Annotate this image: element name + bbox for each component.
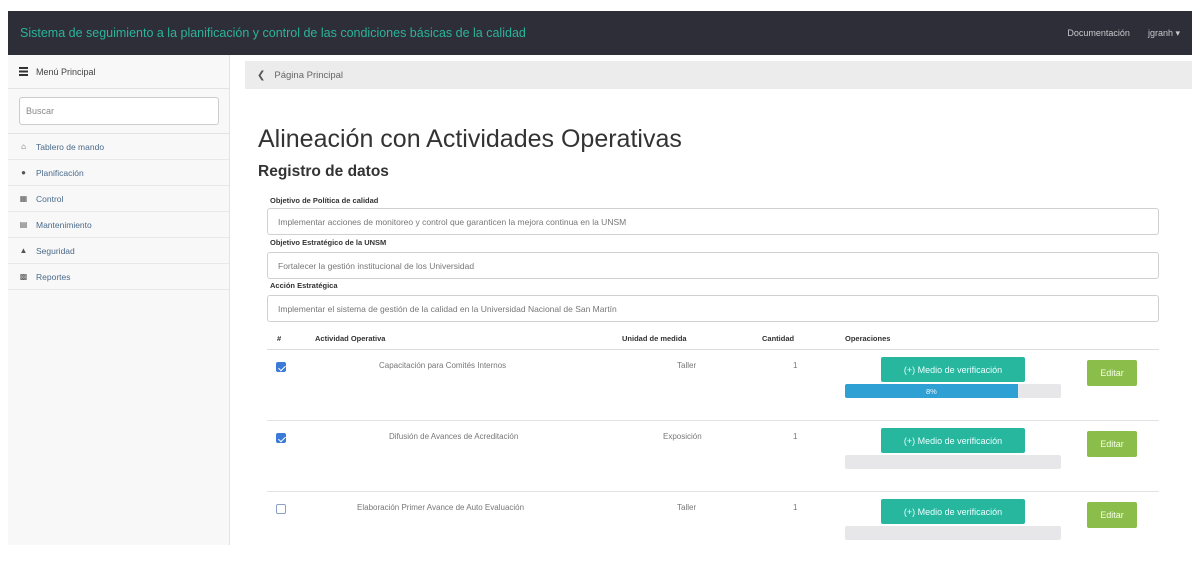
col-header-number: # [277, 334, 282, 343]
progress-bar [845, 455, 1061, 469]
unit-cell: Taller [677, 361, 697, 370]
table-row: Difusión de Avances de Acreditación Expo… [267, 422, 1159, 492]
edit-button[interactable]: Editar [1087, 360, 1137, 386]
grid-icon: ▦ [19, 194, 28, 203]
unit-cell: Taller [677, 503, 697, 512]
unit-cell: Exposición [663, 432, 702, 441]
row-checkbox[interactable] [276, 362, 286, 372]
sidebar-menu: ⌂ Tablero de mando ● Planificación ▦ Con… [8, 133, 229, 290]
user-menu-dropdown[interactable]: jgranh ▾ [1148, 28, 1180, 39]
activity-cell: Elaboración Primer Avance de Auto Evalua… [357, 503, 525, 512]
home-icon: ⌂ [21, 142, 26, 151]
progress-fill: 8% [845, 384, 1018, 398]
quantity-cell: 1 [793, 503, 798, 512]
sidebar-item-label: Seguridad [36, 245, 75, 256]
sidebar-item-tablero[interactable]: ⌂ Tablero de mando [8, 134, 229, 160]
circle-icon: ● [21, 168, 26, 177]
sidebar-item-label: Mantenimiento [36, 219, 92, 230]
sidebar-item-mantenimiento[interactable]: ▤ Mantenimiento [8, 212, 229, 238]
quantity-cell: 1 [793, 361, 798, 370]
row-checkbox[interactable] [276, 504, 286, 514]
col-header-operations: Operaciones [845, 334, 891, 343]
activity-cell: Difusión de Avances de Acreditación [389, 432, 519, 441]
sidebar-item-label: Tablero de mando [36, 141, 105, 152]
sidebar-header-label: Menú Principal [36, 66, 96, 77]
edit-button[interactable]: Editar [1087, 502, 1137, 528]
page-title: Alineación con Actividades Operativas [258, 125, 682, 153]
breadcrumb[interactable]: ❮ Página Principal [245, 61, 1192, 89]
quantity-cell: 1 [793, 432, 798, 441]
sidebar-search-input[interactable]: Buscar [19, 97, 219, 125]
top-navbar: Sistema de seguimiento a la planificació… [8, 11, 1192, 55]
sidebar-item-planificacion[interactable]: ● Planificación [8, 160, 229, 186]
objetivo-estrategico-field[interactable]: Fortalecer la gestión institucional de l… [267, 252, 1159, 279]
objetivo-politica-field[interactable]: Implementar acciones de monitoreo y cont… [267, 208, 1159, 235]
chart-icon: ▩ [19, 272, 28, 281]
field-label-accion-estrategica: Acción Estratégica [270, 281, 338, 290]
table-row: Capacitación para Comités Internos Talle… [267, 351, 1159, 421]
sidebar-item-label: Control [36, 193, 64, 204]
app-title[interactable]: Sistema de seguimiento a la planificació… [20, 26, 526, 40]
sidebar-item-seguridad[interactable]: ▲ Seguridad [8, 238, 229, 264]
chevron-left-icon: ❮ [257, 69, 266, 81]
field-label-objetivo-estrategico: Objetivo Estratégico de la UNSM [270, 238, 387, 247]
col-header-quantity: Cantidad [762, 334, 795, 343]
add-verification-button[interactable]: (+) Medio de verificación [881, 499, 1025, 524]
sidebar: Menú Principal Buscar ⌂ Tablero de mando… [8, 55, 230, 545]
sidebar-item-label: Reportes [36, 271, 71, 282]
sidebar-header: Menú Principal [8, 55, 229, 89]
add-verification-button[interactable]: (+) Medio de verificación [881, 428, 1025, 453]
sidebar-item-control[interactable]: ▦ Control [8, 186, 229, 212]
row-checkbox[interactable] [276, 433, 286, 443]
add-verification-button[interactable]: (+) Medio de verificación [881, 357, 1025, 382]
navbar-links: Documentación jgranh ▾ [1067, 28, 1180, 39]
activity-cell: Capacitación para Comités Internos [379, 361, 507, 370]
sidebar-item-label: Planificación [36, 167, 84, 178]
menu-icon [19, 67, 28, 76]
section-title: Registro de datos [258, 163, 389, 180]
breadcrumb-label: Página Principal [274, 69, 344, 81]
field-label-objetivo-politica: Objetivo de Política de calidad [270, 196, 379, 205]
user-icon: ▲ [19, 246, 28, 255]
col-header-unit: Unidad de medida [622, 334, 687, 343]
col-header-activity: Actividad Operativa [315, 334, 386, 343]
progress-bar [845, 526, 1061, 540]
table-header: # Actividad Operativa Unidad de medida C… [267, 330, 1159, 350]
calendar-icon: ▤ [19, 220, 28, 229]
edit-button[interactable]: Editar [1087, 431, 1137, 457]
table-row: Elaboración Primer Avance de Auto Evalua… [267, 493, 1159, 563]
sidebar-item-reportes[interactable]: ▩ Reportes [8, 264, 229, 290]
progress-bar: 8% [845, 384, 1061, 398]
accion-estrategica-field[interactable]: Implementar el sistema de gestión de la … [267, 295, 1159, 322]
documentation-link[interactable]: Documentación [1067, 28, 1130, 39]
